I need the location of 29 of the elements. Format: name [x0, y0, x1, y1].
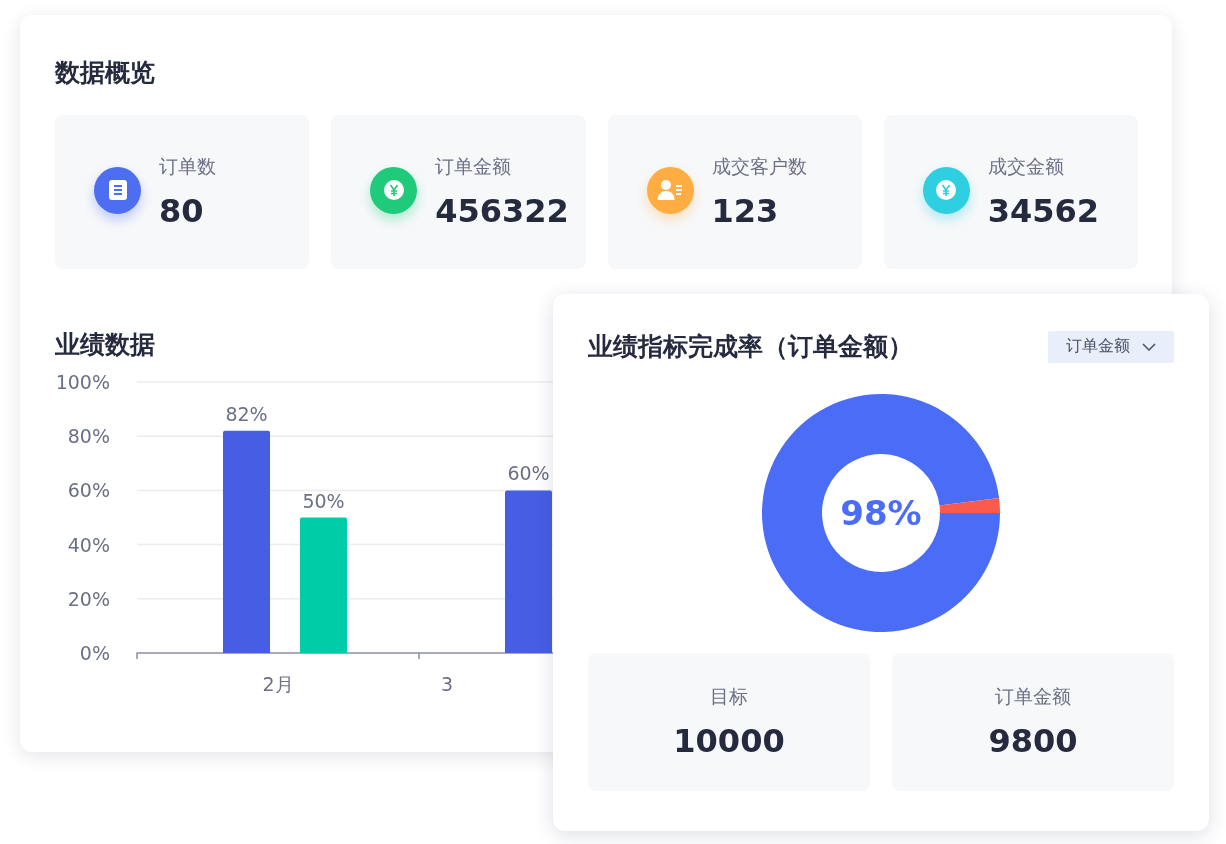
stat-label: 订单数 [159, 154, 216, 179]
stat-value: 34562 [987, 192, 1100, 230]
donut-center-label: 98% [840, 493, 922, 533]
y-axis-label: 60% [67, 479, 110, 502]
section-title: 数据概览 [55, 57, 155, 89]
stat-label: 目标 [710, 684, 748, 709]
stat-value: 456322 [435, 192, 569, 230]
stat-label: 成交金额 [987, 154, 1065, 179]
section-title: 业绩数据 [55, 329, 155, 361]
bar-value-label: 60% [507, 462, 550, 485]
dropdown[interactable]: 订单金额 [1048, 330, 1174, 363]
stat-value: 9800 [988, 722, 1078, 760]
bar-value-label: 82% [225, 402, 268, 425]
x-axis-label: 3 [441, 673, 454, 693]
stat-value: 123 [711, 192, 780, 230]
y-axis-label: 80% [67, 425, 110, 448]
stat-label: 订单金额 [995, 684, 1071, 709]
stat-value: 10000 [673, 722, 785, 760]
stat-value: 80 [159, 192, 205, 230]
stat-label: 订单金额 [435, 154, 513, 179]
card-title: 业绩指标完成率（订单金额） [588, 331, 913, 363]
x-axis-label: 2月 [262, 673, 294, 693]
stat-label: 成交客户数 [711, 154, 807, 179]
y-axis-label: 40% [67, 533, 110, 556]
bar-value-label: 50% [302, 489, 345, 512]
chevron-down-icon [1142, 342, 1156, 351]
y-axis-label: 20% [67, 587, 110, 610]
y-axis-label: 100% [55, 371, 110, 393]
y-axis-label: 0% [79, 642, 110, 664]
